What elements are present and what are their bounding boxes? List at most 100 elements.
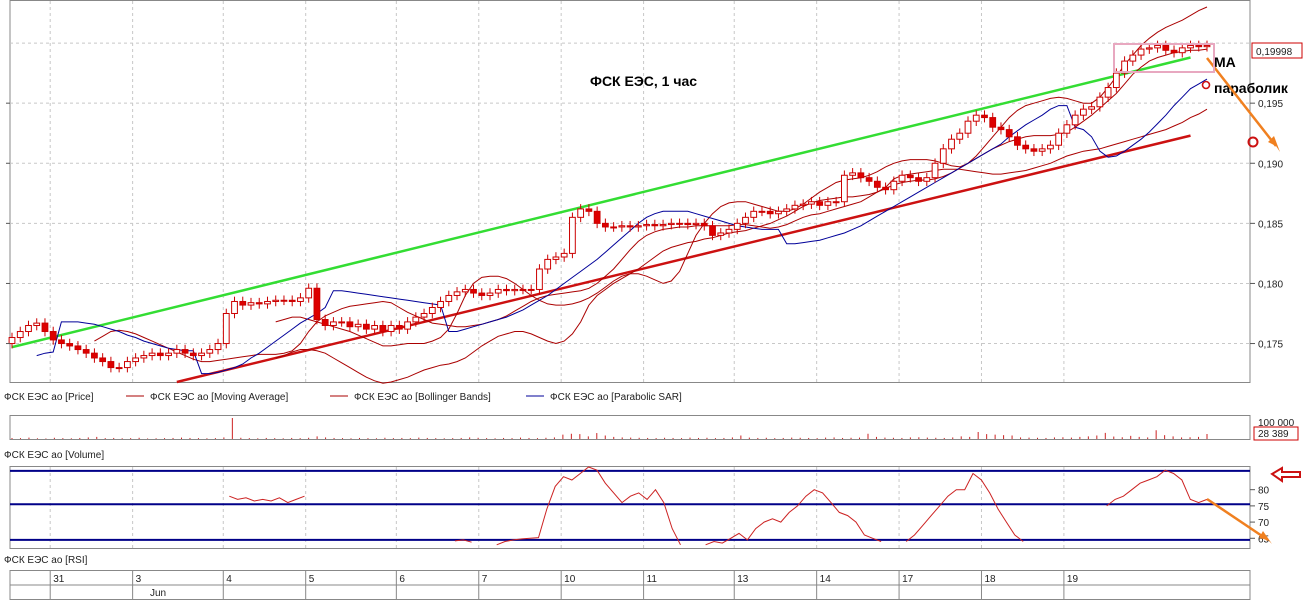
candle [1137,48,1145,56]
candle [181,349,189,354]
candle [173,349,181,354]
candle [247,302,255,306]
rsi-tick-label: 80 [1258,486,1270,497]
candle [742,216,749,224]
candle [25,325,32,333]
time-axis-label: 6 [399,574,405,585]
time-axis-label: 17 [902,574,914,585]
candle [758,210,766,213]
volume-panel-frame [9,415,1251,440]
candle [1005,129,1013,138]
candle [420,312,428,318]
candle [330,321,337,327]
candle [824,201,832,206]
candle [849,172,857,176]
chart-area: ФСК ЕЭС, 1 час МА параболик 0,1750,1800,… [4,0,1303,600]
candle [808,201,815,205]
price-tick-label: 0,175 [1258,340,1283,351]
time-axis-label: 19 [1067,574,1079,585]
candle [123,361,131,369]
candle [601,222,609,228]
candle [58,339,65,345]
candle [1096,96,1104,108]
chart-title: ФСК ЕЭС, 1 час [590,73,697,89]
candle [156,352,164,357]
candle [931,162,939,179]
candle [651,224,659,227]
candle [445,294,453,302]
candle [1178,47,1186,54]
candle [91,352,98,359]
candle [1038,148,1046,152]
candle [659,224,667,227]
candle [569,216,576,254]
candle [775,210,782,215]
candle [873,180,881,188]
candle [1104,87,1112,98]
time-axis-label: 13 [737,574,749,585]
candle [404,321,411,330]
candle [132,357,140,363]
rsi-legend: ФСК ЕЭС ао [RSI] [4,555,88,566]
candle [503,288,510,292]
candle [915,177,922,182]
candle [437,300,444,308]
candle [239,300,247,306]
candle [981,114,988,119]
candle [379,325,387,333]
candle [989,117,997,128]
candle [280,299,288,302]
candle [107,361,115,369]
candle [733,222,741,230]
candle [1112,72,1120,89]
candle [354,323,362,328]
candle [906,174,914,179]
candle [395,325,403,330]
last-price-label: 0,19998 [1256,47,1293,58]
candle [1079,108,1087,116]
candle [519,288,527,291]
candle [1047,144,1054,150]
candle [74,345,82,351]
candle [453,291,461,296]
candle [1170,49,1178,54]
candle [643,224,650,227]
candle [206,349,214,354]
candle [857,172,865,179]
sar-last-marker [1201,80,1211,90]
candle [783,208,791,212]
price-tick-label: 0,195 [1258,99,1283,110]
time-axis-label: 31 [53,574,65,585]
candle [470,288,477,294]
annotation-ma: МА [1214,54,1236,70]
month-label: Jun [150,588,166,599]
legend-bollinger: ФСК ЕЭС ао [Bollinger Bands] [354,392,491,403]
candle [692,222,700,226]
candle [148,352,156,357]
candle [41,322,49,333]
rsi-tick-label: 75 [1258,502,1270,513]
candle [222,312,230,345]
candle [1055,132,1063,146]
overbought-arrow [1270,466,1301,483]
rsi-panel-frame [9,466,1251,549]
candle [1014,136,1021,146]
candle [1022,144,1030,150]
candle [1187,44,1194,49]
candle [890,180,898,191]
candle [231,300,238,314]
candle [948,138,955,150]
candle [560,252,568,258]
candle [898,174,906,182]
price-tick-label: 0,190 [1258,159,1283,170]
candle [140,355,148,359]
candle [684,222,692,226]
candle [865,177,873,182]
legend-parabolic-sar: ФСК ЕЭС ао [Parabolic SAR] [550,392,682,403]
candle [412,316,420,323]
candle [750,210,758,218]
candle [264,300,271,305]
time-axis-label: 4 [226,574,232,585]
price-tick-label: 0,180 [1258,279,1283,290]
candle [577,208,585,218]
